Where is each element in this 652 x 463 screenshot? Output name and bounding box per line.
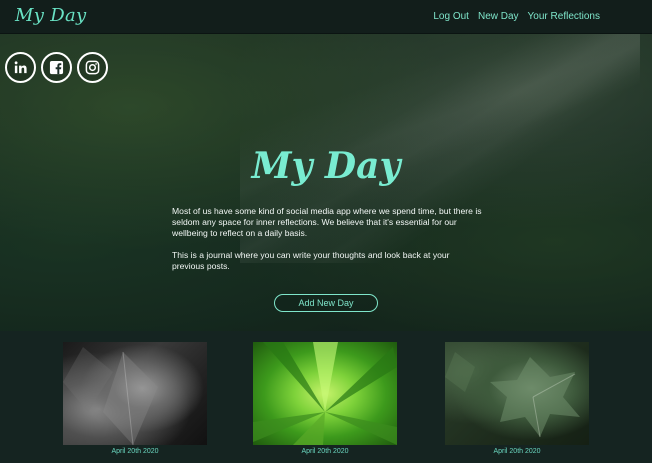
hero-paragraph-2: This is a journal where you can write yo…: [172, 250, 450, 271]
brand-logo-link[interactable]: My Day: [15, 3, 86, 29]
linkedin-button[interactable]: [5, 52, 36, 83]
hero-paragraph-1: Most of us have some kind of social medi…: [172, 206, 482, 238]
entry-date: April 20th 2020: [301, 448, 349, 455]
social-links: [5, 52, 108, 83]
nav-link-new-day[interactable]: New Day: [478, 11, 519, 22]
entry-card[interactable]: April 20th 2020: [63, 342, 207, 455]
nav-link-your-reflections[interactable]: Your Reflections: [528, 11, 600, 22]
hero-title: My Day: [251, 145, 401, 187]
facebook-button[interactable]: [41, 52, 72, 83]
entry-photo-dark-leaves[interactable]: [63, 342, 207, 445]
hero-description: Most of us have some kind of social medi…: [172, 206, 482, 283]
entry-card[interactable]: April 20th 2020: [253, 342, 397, 455]
entry-date: April 20th 2020: [111, 448, 159, 455]
linkedin-icon: [14, 61, 27, 74]
entry-photo-maple-leaves[interactable]: [445, 342, 589, 445]
facebook-icon: [49, 60, 64, 75]
nav-link-log-out[interactable]: Log Out: [433, 11, 469, 22]
entry-date: April 20th 2020: [493, 448, 541, 455]
instagram-icon: [85, 60, 100, 75]
top-navbar: My Day Log Out New Day Your Reflections: [0, 0, 652, 34]
entry-photo-green-plant[interactable]: [253, 342, 397, 445]
instagram-button[interactable]: [77, 52, 108, 83]
add-new-day-button[interactable]: Add New Day: [274, 294, 378, 312]
entry-card[interactable]: April 20th 2020: [445, 342, 589, 455]
nav-links: Log Out New Day Your Reflections: [424, 11, 600, 22]
